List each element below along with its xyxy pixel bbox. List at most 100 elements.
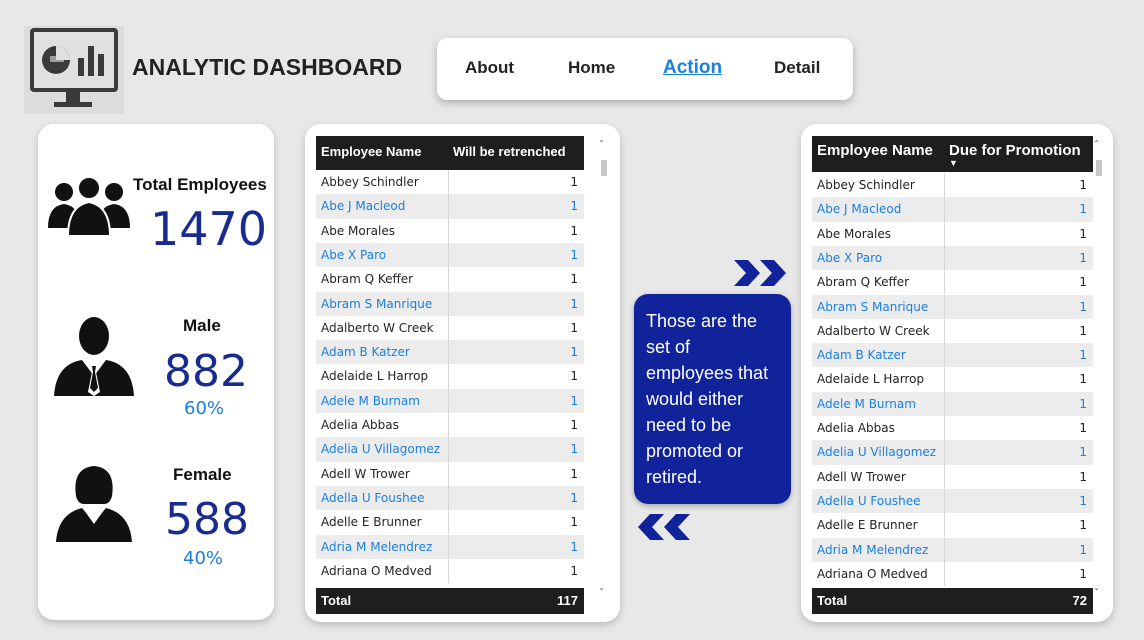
total-employees-label: Total Employees <box>133 175 267 194</box>
table-row[interactable]: Abbey Schindler 1 <box>812 173 1093 198</box>
table-row[interactable]: Abram S Manrique 1 <box>316 291 584 316</box>
table-row[interactable]: Adriana O Medved 1 <box>812 561 1093 587</box>
value-cell: 1 <box>570 418 578 432</box>
total-label: Total <box>321 593 352 608</box>
table-row[interactable]: Adell W Trower 1 <box>316 461 584 486</box>
column-header-employee-name[interactable]: Employee Name <box>817 142 933 159</box>
male-value: 882 <box>164 346 248 397</box>
table-row[interactable]: Adria M Melendrez 1 <box>316 534 584 559</box>
column-header-will-be-retrenched[interactable]: Will be retrenched <box>453 144 566 159</box>
value-cell: 1 <box>1079 445 1087 460</box>
table-row[interactable]: Adalberto W Creek 1 <box>316 315 584 341</box>
employee-name-cell: Adria M Melendrez <box>321 539 433 554</box>
employee-name-cell: Adelia Abbas <box>817 421 895 435</box>
scroll-up-icon[interactable]: ˆ <box>599 140 604 151</box>
table-row[interactable]: Adelaide L Harrop 1 <box>812 367 1093 392</box>
table-total-row: Total 72 <box>812 588 1093 614</box>
female-pct: 40% <box>183 548 224 569</box>
table-row[interactable]: Adam B Katzer 1 <box>316 340 584 365</box>
value-cell: 1 <box>1079 396 1087 411</box>
table-row[interactable]: Adelle E Brunner 1 <box>812 513 1093 538</box>
table-row[interactable]: Adelle E Brunner 1 <box>316 510 584 535</box>
value-cell: 1 <box>570 223 578 238</box>
employee-name-cell: Adella U Foushee <box>817 493 921 508</box>
nav-action[interactable]: Action <box>663 57 722 79</box>
table-row[interactable]: Abe X Paro 1 <box>316 242 584 268</box>
employee-name-cell: Adelia Abbas <box>321 418 399 432</box>
table-row[interactable]: Adelia U Villagomez 1 <box>812 440 1093 465</box>
total-label: Total <box>817 593 848 608</box>
table-row[interactable]: Adelia Abbas 1 <box>812 416 1093 441</box>
employee-name-cell: Adam B Katzer <box>321 345 410 360</box>
total-value: 117 <box>557 593 578 608</box>
table-row[interactable]: Adam B Katzer 1 <box>812 343 1093 368</box>
sort-down-icon[interactable]: ▼ <box>949 158 958 168</box>
value-cell: 1 <box>1079 518 1087 533</box>
employee-name-cell: Abe Morales <box>817 226 891 241</box>
value-cell: 1 <box>1079 372 1087 387</box>
value-cell: 1 <box>1079 299 1087 314</box>
value-cell: 1 <box>570 345 578 360</box>
kpi-card: Total Employees 1470 Male 882 60% Female… <box>38 124 274 620</box>
nav-home[interactable]: Home <box>568 58 615 78</box>
table-row[interactable]: Adriana O Medved 1 <box>316 558 584 584</box>
total-value: 72 <box>1072 593 1087 608</box>
value-cell: 1 <box>1079 542 1087 557</box>
table-row[interactable]: Adelia U Villagomez 1 <box>316 437 584 462</box>
table-row[interactable]: Adelia Abbas 1 <box>316 413 584 438</box>
scroll-down-icon[interactable]: ˇ <box>599 588 604 599</box>
table-row[interactable]: Abe Morales 1 <box>812 221 1093 246</box>
scrollbar[interactable]: ˆ ˇ <box>599 140 608 602</box>
male-label: Male <box>183 316 221 335</box>
table-header: Employee Name Will be retrenched <box>316 136 584 170</box>
value-cell: 1 <box>570 393 578 408</box>
table-row[interactable]: Abe X Paro 1 <box>812 245 1093 271</box>
value-cell: 1 <box>1079 226 1087 241</box>
table-row[interactable]: Adella U Foushee 1 <box>812 488 1093 514</box>
table-row[interactable]: Abe J Macleod 1 <box>316 194 584 219</box>
table-row[interactable]: Adele M Burnam 1 <box>316 388 584 413</box>
table-row[interactable]: Abbey Schindler 1 <box>316 170 584 195</box>
employee-name-cell: Abram S Manrique <box>817 299 929 314</box>
table-row[interactable]: Adell W Trower 1 <box>812 464 1093 489</box>
value-cell: 1 <box>1079 202 1087 217</box>
table-row[interactable]: Adella U Foushee 1 <box>316 485 584 511</box>
value-cell: 1 <box>1079 348 1087 363</box>
employee-name-cell: Adelle E Brunner <box>321 515 422 530</box>
value-cell: 1 <box>570 466 578 481</box>
table-row[interactable]: Abram Q Keffer 1 <box>812 270 1093 295</box>
nav-bar: About Home Action Detail <box>437 38 853 100</box>
employee-name-cell: Abbey Schindler <box>321 175 419 189</box>
table-row[interactable]: Adalberto W Creek 1 <box>812 318 1093 344</box>
table-row[interactable]: Abe Morales 1 <box>316 218 584 243</box>
table-row[interactable]: Abram S Manrique 1 <box>812 294 1093 319</box>
value-cell: 1 <box>570 490 578 505</box>
column-header-due-for-promotion[interactable]: Due for Promotion <box>949 142 1081 159</box>
value-cell: 1 <box>570 247 578 262</box>
table-row[interactable]: Adele M Burnam 1 <box>812 391 1093 416</box>
scroll-down-icon[interactable]: ˇ <box>1094 588 1099 599</box>
dashboard-monitor-icon <box>24 26 124 114</box>
female-label: Female <box>173 465 232 484</box>
table-row[interactable]: Adria M Melendrez 1 <box>812 537 1093 562</box>
callout-text: Those are the set of employees that woul… <box>646 311 769 487</box>
table-total-row: Total 117 <box>316 588 584 614</box>
value-cell: 1 <box>570 539 578 554</box>
employee-name-cell: Adalberto W Creek <box>321 320 434 335</box>
nav-detail[interactable]: Detail <box>774 58 820 78</box>
table-row[interactable]: Abram Q Keffer 1 <box>316 267 584 292</box>
employee-name-cell: Adell W Trower <box>817 469 906 484</box>
table-row[interactable]: Abe J Macleod 1 <box>812 197 1093 222</box>
table-row[interactable]: Adelaide L Harrop 1 <box>316 364 584 389</box>
nav-about[interactable]: About <box>465 58 514 78</box>
app-title: ANALYTIC DASHBOARD <box>132 54 403 80</box>
value-cell: 1 <box>570 369 578 384</box>
column-header-employee-name[interactable]: Employee Name <box>321 144 421 159</box>
employee-name-cell: Abe X Paro <box>817 250 883 265</box>
value-cell: 1 <box>1079 493 1087 508</box>
scroll-up-icon[interactable]: ˆ <box>1094 140 1099 151</box>
value-cell: 1 <box>1079 275 1087 290</box>
employee-name-cell: Adalberto W Creek <box>817 323 930 338</box>
scrollbar[interactable]: ˆ ˇ <box>1094 140 1103 602</box>
employee-name-cell: Abram S Manrique <box>321 296 433 311</box>
